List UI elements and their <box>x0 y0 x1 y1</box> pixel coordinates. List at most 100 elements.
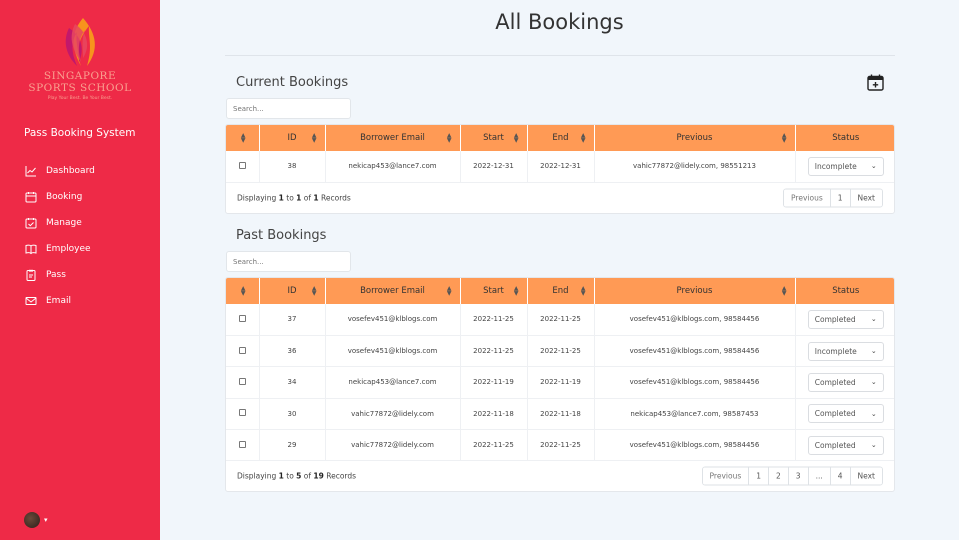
column-header-email[interactable]: Borrower Email ▲ ▼ <box>325 125 461 151</box>
column-header-label: ID <box>287 133 297 143</box>
column-header-id[interactable]: ID ▲ ▼ <box>259 278 326 304</box>
column-header-status: Status <box>795 278 894 304</box>
cell-previous: vosefev451@klblogs.com, 98584456 <box>594 304 796 336</box>
summary-prefix: Displaying <box>237 193 277 202</box>
summary-prefix: Displaying <box>237 471 277 481</box>
column-header-end[interactable]: End ▲ ▼ <box>527 125 595 151</box>
school-logo: SINGAPORE SPORTS SCHOOL Play Your Best. … <box>22 16 138 101</box>
past-bookings-table: ▲ ▼ ID ▲ ▼ Borrower Email ▲ ▼ Start ▲ ▼ End ▲ ▼ P… <box>226 278 894 462</box>
next-page-button[interactable]: Next <box>850 467 882 485</box>
sort-icon: ▲ ▼ <box>513 285 519 297</box>
row-checkbox[interactable] <box>238 161 246 169</box>
page-ellipsis: ... <box>808 467 831 485</box>
sidebar-item-email[interactable]: Email <box>24 288 154 314</box>
column-header-label: Start <box>483 133 504 143</box>
row-checkbox[interactable] <box>238 314 246 322</box>
cell-email: vahic77872@lidely.com <box>325 429 461 462</box>
column-header-status: Status <box>795 125 894 151</box>
table-row: 29 vahic77872@lidely.com 2022-11-25 2022… <box>226 429 894 462</box>
column-header-label: Borrower Email <box>360 133 425 143</box>
previous-page-button[interactable]: Previous <box>784 189 831 206</box>
sort-icon: ▲ ▼ <box>240 285 246 297</box>
status-select[interactable]: Completed ⌄ <box>807 435 884 455</box>
previous-page-button[interactable]: Previous <box>702 467 750 485</box>
column-header-previous[interactable]: Previous ▲ ▼ <box>594 125 796 151</box>
cell-previous: vosefev451@klblogs.com, 98584456 <box>594 429 796 462</box>
envelope-icon <box>24 294 38 308</box>
row-checkbox[interactable] <box>238 377 246 385</box>
cell-start: 2022-11-25 <box>460 304 528 336</box>
status-select[interactable]: Incomplete ⌄ <box>807 341 884 361</box>
status-value: Incomplete <box>814 161 857 171</box>
page-4-button[interactable]: 4 <box>830 467 851 485</box>
column-header-email[interactable]: Borrower Email ▲ ▼ <box>325 278 461 304</box>
current-search-input[interactable] <box>226 98 351 119</box>
column-header-start[interactable]: Start ▲ ▼ <box>460 125 528 151</box>
sidebar-item-dashboard[interactable]: Dashboard <box>24 158 154 184</box>
cell-email: nekicap453@lance7.com <box>325 366 461 399</box>
cell-id: 30 <box>259 398 326 431</box>
sidebar-item-pass[interactable]: Pass <box>24 262 154 288</box>
next-page-button[interactable]: Next <box>850 189 882 206</box>
status-value: Completed <box>814 409 856 419</box>
summary-suffix: Records <box>321 193 351 202</box>
past-search-input[interactable] <box>226 251 351 272</box>
cell-start: 2022-11-18 <box>460 398 528 431</box>
add-booking-button[interactable] <box>866 73 885 92</box>
sidebar-item-label: Email <box>46 296 71 306</box>
chevron-down-icon: ⌄ <box>870 162 877 171</box>
status-value: Completed <box>814 314 856 324</box>
past-bookings-title: Past Bookings <box>236 228 327 243</box>
summary-total: 1 <box>313 193 319 202</box>
status-value: Completed <box>814 440 856 450</box>
summary-of-word: of <box>303 193 312 202</box>
column-header-previous[interactable]: Previous ▲ ▼ <box>594 278 796 304</box>
status-select[interactable]: Completed ⌄ <box>807 372 884 392</box>
column-header-start[interactable]: Start ▲ ▼ <box>460 278 528 304</box>
row-checkbox[interactable] <box>238 409 246 417</box>
cell-previous: vosefev451@klblogs.com, 98584456 <box>594 366 796 399</box>
status-value: Incomplete <box>814 346 857 356</box>
cell-id: 34 <box>259 366 326 399</box>
page-2-button[interactable]: 2 <box>769 467 789 485</box>
row-checkbox[interactable] <box>238 346 246 354</box>
sort-icon: ▲ ▼ <box>580 285 586 297</box>
summary-to: 5 <box>296 471 302 481</box>
sort-icon: ▲ ▼ <box>513 132 519 144</box>
sidebar-nav: Dashboard Booking Manage Employee Pass E… <box>24 158 154 314</box>
row-checkbox[interactable] <box>238 440 246 448</box>
caret-down-icon[interactable]: ▾ <box>44 516 48 524</box>
status-select[interactable]: Completed ⌄ <box>807 404 884 424</box>
status-select[interactable]: Completed ⌄ <box>807 309 884 329</box>
sidebar-item-label: Employee <box>46 244 91 254</box>
cell-previous: vahic77872@lidely.com, 98551213 <box>594 151 796 183</box>
sidebar-item-booking[interactable]: Booking <box>24 184 154 210</box>
avatar[interactable] <box>24 512 40 528</box>
records-summary: Displaying 1 to 1 of 1 Records <box>237 193 351 202</box>
column-header-label: Previous <box>676 133 713 143</box>
cell-end: 2022-11-25 <box>527 304 595 336</box>
summary-of-word: of <box>303 471 312 481</box>
current-bookings-title: Current Bookings <box>236 75 349 90</box>
select-column-header[interactable]: ▲ ▼ <box>226 278 260 304</box>
column-header-label: Status <box>832 133 860 143</box>
sidebar-item-label: Booking <box>46 192 83 202</box>
cell-start: 2022-11-25 <box>460 335 528 368</box>
table-footer: Displaying 1 to 1 of 1 Records Previous … <box>226 183 894 213</box>
table-row: 36 vosefev451@klblogs.com 2022-11-25 202… <box>226 335 894 368</box>
sidebar-item-employee[interactable]: Employee <box>24 236 154 262</box>
status-select[interactable]: Incomplete ⌄ <box>807 156 884 176</box>
page-1-button[interactable]: 1 <box>749 467 770 485</box>
records-summary: Displaying 1 to 5 of 19 Records <box>237 472 356 481</box>
sidebar-item-manage[interactable]: Manage <box>24 210 154 236</box>
column-header-id[interactable]: ID ▲ ▼ <box>259 125 326 151</box>
chevron-down-icon: ⌄ <box>870 409 877 418</box>
user-menu[interactable]: ▾ <box>24 512 48 528</box>
select-column-header[interactable]: ▲ ▼ <box>226 125 260 151</box>
cell-end: 2022-11-18 <box>527 398 595 431</box>
flame-logo-icon <box>65 18 95 66</box>
page-1-button[interactable]: 1 <box>830 189 851 206</box>
page-3-button[interactable]: 3 <box>788 467 809 485</box>
column-header-end[interactable]: End ▲ ▼ <box>527 278 595 304</box>
column-header-label: ID <box>287 286 297 296</box>
